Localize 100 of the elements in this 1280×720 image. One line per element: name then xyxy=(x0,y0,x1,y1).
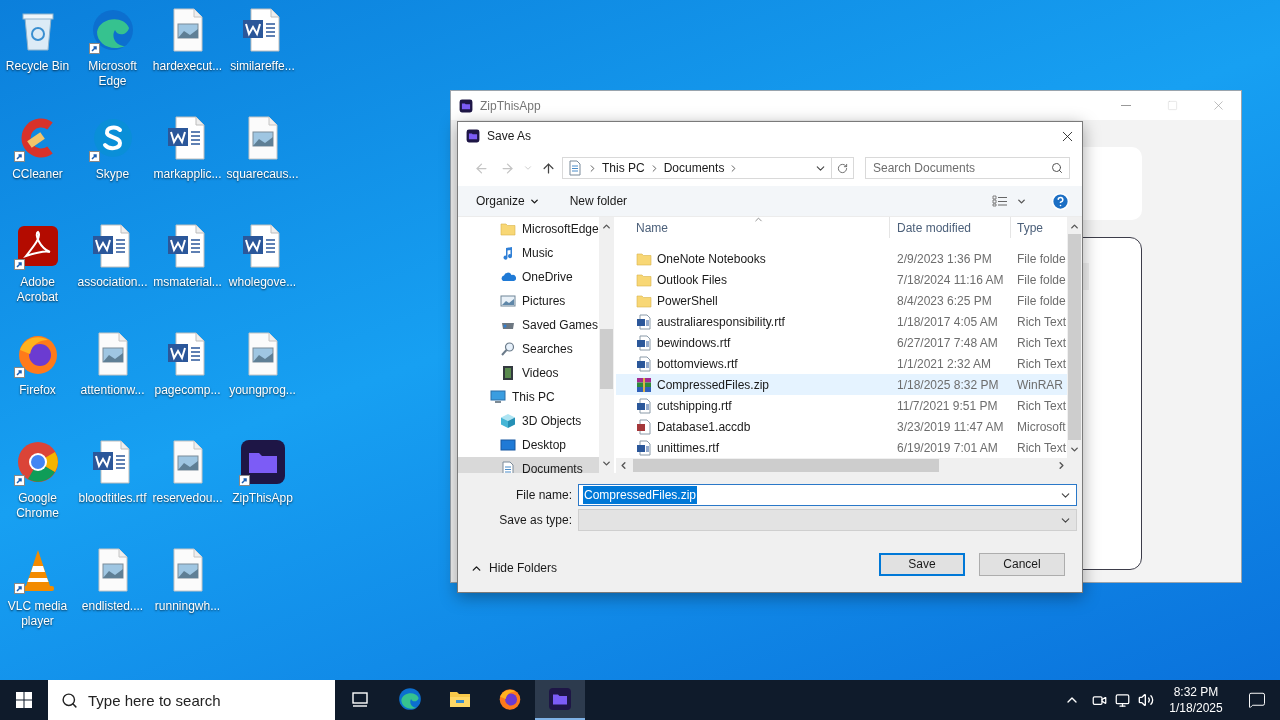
hide-folders-button[interactable]: Hide Folders xyxy=(470,559,558,577)
refresh-button[interactable] xyxy=(832,157,854,179)
file-type: File folde xyxy=(1016,250,1066,268)
desktop-shortcut[interactable]: hardexecut... xyxy=(150,2,225,110)
scrollbar-thumb[interactable] xyxy=(633,459,939,472)
nav-item[interactable]: OneDrive xyxy=(458,265,599,289)
folder-icon xyxy=(636,250,652,267)
file-row[interactable]: OneNote Notebooks 2/9/2023 1:36 PM File folde xyxy=(616,248,1067,269)
desktop-icon-label: bloodtitles.rtf xyxy=(77,491,148,506)
dialog-button[interactable]: Save xyxy=(879,552,965,576)
file-name: cutshipping.rtf xyxy=(657,397,732,415)
scroll-up-icon[interactable] xyxy=(1069,221,1080,232)
file-type: File folde xyxy=(1016,271,1066,289)
picture-icon xyxy=(500,293,516,309)
document-icon xyxy=(636,334,652,351)
file-type: Rich Text xyxy=(1016,334,1067,352)
file-row[interactable]: Database1.accdb 3/23/2019 11:47 AM Microsoft xyxy=(616,416,1067,437)
column-header[interactable]: Date modified xyxy=(890,217,1011,238)
scroll-up-icon[interactable] xyxy=(601,221,612,232)
folder-app-icon xyxy=(459,98,473,113)
file-type: Rich Text xyxy=(1016,397,1067,415)
nav-item[interactable]: Saved Games xyxy=(458,313,599,337)
help-icon xyxy=(1051,191,1070,211)
field-label: File name: xyxy=(514,487,573,504)
scrollbar-thumb[interactable] xyxy=(1068,234,1081,440)
file-row[interactable]: PowerShell 8/4/2023 6:25 PM File folde xyxy=(616,290,1067,311)
details-view-icon xyxy=(992,195,1008,207)
desktop-icon-label: Firefox xyxy=(18,383,57,398)
file-date: 1/18/2017 4:05 AM xyxy=(896,313,999,331)
desktop-icon-label: reservedou... xyxy=(151,491,224,506)
nav-item[interactable]: MicrosoftEdge xyxy=(458,217,599,241)
file-type: Microsoft xyxy=(1016,418,1066,436)
scroll-down-icon[interactable] xyxy=(601,458,612,469)
nav-item[interactable]: Videos xyxy=(458,361,599,385)
nav-item[interactable]: Music xyxy=(458,241,599,265)
file-type: Rich Text xyxy=(1016,439,1067,457)
taskbar-search-field[interactable]: Type here to search xyxy=(48,680,335,720)
folder-app-icon xyxy=(466,129,480,143)
nav-item[interactable]: 3D Objects xyxy=(458,409,599,433)
file-row[interactable]: bewindows.rtf 6/27/2017 7:48 AM Rich Text xyxy=(616,332,1067,353)
desktop-shortcut[interactable]: similareffe... xyxy=(225,2,300,110)
file-row[interactable]: bottomviews.rtf 1/1/2021 2:32 AM Rich Text xyxy=(616,353,1067,374)
file-name-field[interactable]: CompressedFiles.zip xyxy=(578,484,1077,506)
desktop-icon-label: ZipThisApp xyxy=(231,491,294,506)
windows-logo-icon xyxy=(16,692,32,708)
nav-item[interactable]: Desktop xyxy=(458,433,599,457)
column-header[interactable]: Name xyxy=(616,217,890,238)
file-row[interactable]: australiaresponsibility.rtf 1/18/2017 4:05 AM Rich Text xyxy=(616,311,1067,332)
clock[interactable]: 8:32 PM 1/18/2025 xyxy=(1158,684,1234,716)
dialog-button[interactable]: Cancel xyxy=(979,552,1065,576)
desktop-icon-label: Microsoft Edge xyxy=(87,59,138,89)
help-button[interactable] xyxy=(1051,191,1070,211)
scrollbar-thumb[interactable] xyxy=(600,329,613,389)
file-date: 1/1/2021 2:32 AM xyxy=(896,355,993,373)
file-name: Outlook Files xyxy=(657,271,728,289)
desktop-shortcut[interactable]: Microsoft Edge xyxy=(75,2,150,110)
desktop-shortcut[interactable]: Skype xyxy=(75,110,150,218)
file-row[interactable]: Outlook Files 7/18/2024 11:16 AM File folde xyxy=(616,269,1067,290)
column-header[interactable]: Type xyxy=(1011,217,1067,238)
nav-item[interactable]: Pictures xyxy=(458,289,599,313)
network-icon[interactable] xyxy=(1115,692,1130,708)
new-folder-button[interactable]: New folder xyxy=(555,189,642,213)
speaker-icon[interactable] xyxy=(1138,692,1154,708)
scroll-down-icon[interactable] xyxy=(1069,444,1080,455)
address-segment[interactable]: Documents xyxy=(663,159,725,177)
document-icon xyxy=(636,439,652,456)
document-icon xyxy=(636,355,652,372)
address-bar[interactable]: This PC Documents xyxy=(562,157,832,179)
address-segment[interactable]: This PC xyxy=(602,159,645,177)
desktop-shortcut[interactable]: CCleaner xyxy=(0,110,75,218)
folder-icon xyxy=(500,221,516,237)
file-row[interactable]: unittimes.rtf 6/19/2019 7:01 AM Rich Text xyxy=(616,437,1067,458)
nav-item[interactable]: Documents xyxy=(458,457,599,473)
taskbar-app[interactable] xyxy=(535,680,585,720)
scrollbar[interactable] xyxy=(599,217,614,473)
file-row[interactable]: CompressedFiles.zip 1/18/2025 8:32 PM WinRAR xyxy=(616,374,1067,395)
file-date: 3/23/2019 11:47 AM xyxy=(896,418,1005,436)
refresh-icon xyxy=(837,162,848,174)
organize-button[interactable]: Organize xyxy=(468,189,548,213)
file-type: WinRAR xyxy=(1016,376,1063,394)
desktop-icon-label: youngprog... xyxy=(228,383,297,398)
document-icon xyxy=(636,313,652,330)
desktop-icon-label: endlisted.... xyxy=(80,599,145,614)
folder-icon xyxy=(636,292,652,309)
nav-item[interactable]: Searches xyxy=(458,337,599,361)
file-row[interactable]: cutshipping.rtf 11/7/2021 9:51 PM Rich Text xyxy=(616,395,1067,416)
search-field[interactable]: Search Documents xyxy=(865,157,1070,179)
scroll-right-icon[interactable] xyxy=(1056,460,1067,471)
desktop-icon-label: Adobe Acrobat xyxy=(15,275,60,305)
scrollbar[interactable] xyxy=(1067,217,1082,458)
scrollbar[interactable] xyxy=(616,458,1082,473)
archive-icon xyxy=(636,376,652,393)
desktop-shortcut[interactable]: Recycle Bin xyxy=(0,2,75,110)
file-date: 7/18/2024 11:16 AM xyxy=(896,271,1005,289)
maximize-icon xyxy=(1166,100,1178,111)
file-name: bewindows.rtf xyxy=(657,334,731,352)
folder-app-icon xyxy=(238,438,287,486)
desktop-icon-label: VLC media player xyxy=(6,599,69,629)
wave-logo-icon xyxy=(397,686,423,712)
nav-item[interactable]: This PC xyxy=(458,385,599,409)
